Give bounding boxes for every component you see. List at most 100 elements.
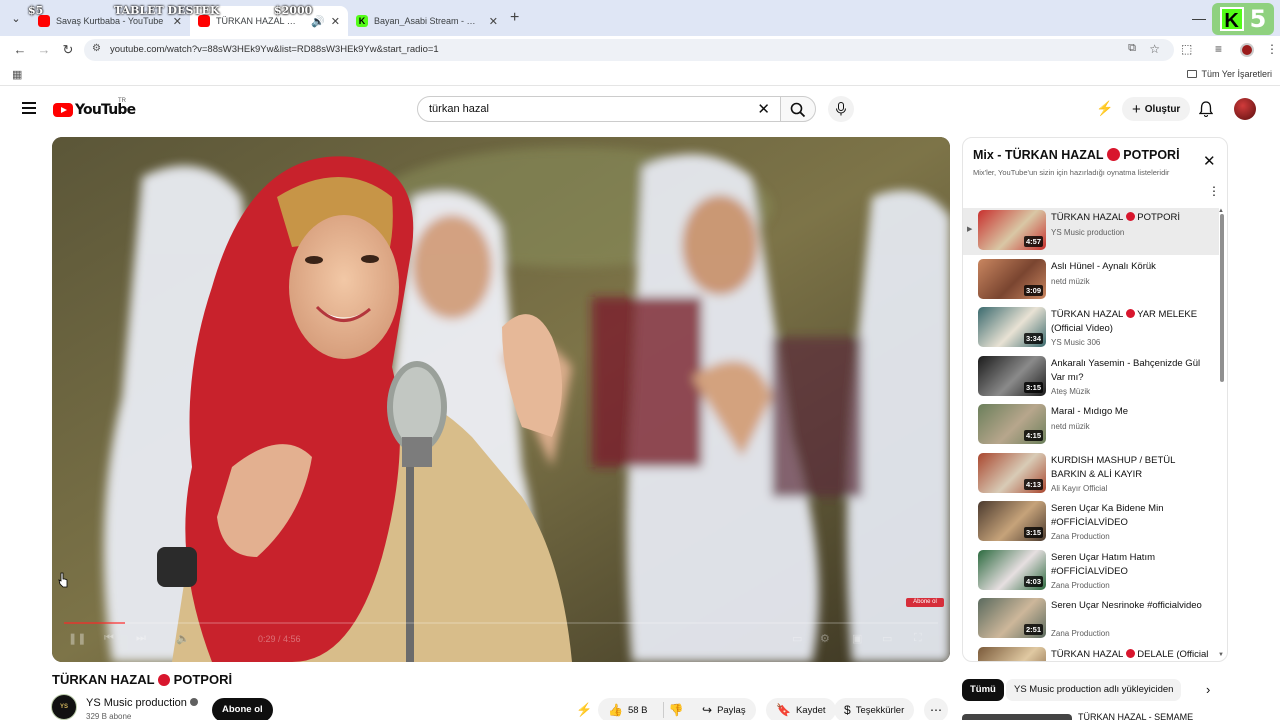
mix-item-thumbnail[interactable]	[978, 646, 1046, 661]
clear-search-icon[interactable]: ✕	[757, 100, 770, 118]
mix-item-title-text[interactable]: KURDISH MASHUP / BETÜL BARKIN & ALİ KAYI…	[1051, 455, 1175, 480]
bolt-icon[interactable]: ⚡	[576, 702, 592, 718]
mix-item-thumbnail[interactable]: 4:15	[978, 404, 1046, 444]
notifications-bell-icon[interactable]	[1199, 101, 1213, 117]
mix-item-title-text[interactable]: Aslı Hünel - Aynalı Körük	[1051, 261, 1156, 272]
account-avatar[interactable]	[1234, 98, 1256, 120]
mix-item-title-text[interactable]: Seren Uçar Ka Bidene Min #OFFİCİALVİDEO	[1051, 503, 1163, 528]
apps-grid-icon[interactable]: ▦	[12, 68, 22, 81]
mix-item[interactable]: ▶ 4:57 TÜRKAN HAZAL POTPORİ YS Music produc…	[963, 208, 1219, 255]
previous-icon[interactable]: ⏮	[104, 632, 114, 645]
mix-item-thumbnail[interactable]: 3:15	[978, 355, 1046, 396]
install-icon[interactable]: ⧉	[1128, 42, 1136, 55]
progress-bar[interactable]	[64, 622, 938, 624]
window-minimize-icon[interactable]: —	[1192, 10, 1206, 26]
video-player[interactable]: Abone ol ❚❚ ⏮ ⏭ 🔈 0:29 / 4:56 ▭ ⚙ ▣ ▭ ⛶	[52, 137, 950, 662]
menu-hamburger-icon[interactable]	[22, 102, 36, 117]
mix-item-thumbnail[interactable]: 2:51	[978, 598, 1046, 638]
mix-item-title-text[interactable]: TÜRKAN HAZAL	[1051, 212, 1123, 223]
settings-gear-icon[interactable]: ⚙	[820, 632, 830, 645]
mix-item-title-text[interactable]: Seren Uçar Hatım Hatım #OFFİCİALVİDEO	[1051, 552, 1155, 577]
channel-name[interactable]: YS Music production	[86, 697, 198, 709]
mix-title-suffix[interactable]: POTPORİ	[1123, 148, 1179, 162]
mix-item-title[interactable]: KURDISH MASHUP / BETÜL BARKIN & ALİ KAYI…	[1051, 454, 1211, 482]
mix-item-title-text[interactable]: TÜRKAN HAZAL	[1051, 649, 1123, 660]
mix-item-title[interactable]: Aslı Hünel - Aynalı Körük	[1051, 260, 1211, 274]
extensions-icon[interactable]: ⬚	[1181, 42, 1192, 56]
mix-item[interactable]: 4:13 KURDISH MASHUP / BETÜL BARKIN & ALİ …	[963, 451, 1219, 498]
next-icon[interactable]: ⏭	[136, 632, 146, 645]
mix-title[interactable]: Mix - TÜRKAN HAZAL POTPORİ	[973, 148, 1180, 162]
mix-item-thumbnail[interactable]: 3:34	[978, 307, 1046, 347]
mix-item-title-text[interactable]: Seren Uçar Nesrinoke #officialvideo	[1051, 600, 1202, 611]
bookmark-star-icon[interactable]: ☆	[1149, 42, 1160, 56]
url-bar[interactable]: ⚙ youtube.com/watch?v=88sW3HEk9Yw&list=R…	[84, 39, 1174, 61]
speaker-icon[interactable]: 🔊	[311, 15, 325, 28]
mix-item-title[interactable]: TÜRKAN HAZAL YAR MELEKE (Official Video)	[1051, 308, 1211, 336]
mix-item[interactable]: 4:15 Maral - Mıdıgo Me netd müzik	[963, 402, 1219, 449]
all-bookmarks-button[interactable]: Tüm Yer İşaretleri	[1187, 69, 1272, 79]
mix-item-title[interactable]: Seren Uçar Ka Bidene Min #OFFİCİALVİDEO	[1051, 502, 1211, 530]
share-button[interactable]: ↪ Paylaş	[692, 698, 756, 720]
search-query[interactable]: türkan hazal	[429, 103, 489, 115]
mix-item[interactable]: 3:15 Ankaralı Yasemin - Bahçenizde Gül Va…	[963, 354, 1219, 401]
mix-scrollbar[interactable]	[1220, 214, 1224, 382]
mix-item[interactable]: 2:51 Seren Uçar Nesrinoke #officialvideo Z…	[963, 596, 1219, 643]
close-icon[interactable]: ✕	[1203, 152, 1216, 170]
mix-item-title[interactable]: TÜRKAN HAZAL DELALE (Official Video)	[1051, 648, 1211, 662]
scroll-down-icon[interactable]: ▼	[1218, 652, 1224, 658]
mix-item-title-text[interactable]: Maral - Mıdıgo Me	[1051, 406, 1128, 417]
fullscreen-icon[interactable]: ⛶	[914, 632, 922, 645]
reload-icon[interactable]: ↻	[60, 42, 76, 58]
mix-item-title[interactable]: Seren Uçar Nesrinoke #officialvideo	[1051, 599, 1211, 613]
search-input[interactable]: türkan hazal ✕	[417, 96, 781, 122]
mix-item-title[interactable]: TÜRKAN HAZAL POTPORİ	[1051, 211, 1211, 225]
save-button[interactable]: 🔖 Kaydet	[766, 698, 836, 720]
mix-item-title[interactable]: Seren Uçar Hatım Hatım #OFFİCİALVİDEO	[1051, 551, 1211, 579]
pause-icon[interactable]: ❚❚	[68, 632, 86, 645]
channel-avatar[interactable]: YS	[51, 694, 77, 720]
create-button[interactable]: + Oluştur	[1122, 97, 1191, 121]
profile-icon[interactable]	[1240, 43, 1254, 57]
chip-uploader[interactable]: YS Music production adlı yükleyiciden	[1006, 679, 1182, 701]
media-control-icon[interactable]: ≡	[1215, 42, 1222, 56]
mix-item-thumbnail[interactable]: 3:15	[978, 501, 1046, 541]
like-icon[interactable]: 👍	[608, 703, 623, 717]
subscribe-button[interactable]: Abone ol	[212, 698, 273, 720]
mix-item-thumbnail[interactable]: 4:13	[978, 452, 1046, 493]
thanks-button[interactable]: $ Teşekkürler	[834, 698, 915, 720]
mix-item[interactable]: 3:34 TÜRKAN HAZAL YAR MELEKE (Official Vi…	[963, 305, 1219, 352]
mix-item-thumbnail[interactable]: 3:09	[978, 258, 1046, 299]
volume-icon[interactable]: 🔈	[176, 632, 190, 645]
back-icon[interactable]: ←	[12, 42, 28, 57]
new-tab-button[interactable]: +	[510, 10, 519, 26]
tab-close-icon[interactable]: ✕	[489, 15, 498, 28]
like-count[interactable]: 58 B	[628, 705, 648, 716]
miniplayer-icon[interactable]: ▣	[852, 632, 862, 645]
mix-item-title[interactable]: Ankaralı Yasemin - Bahçenizde Gül Var mı…	[1051, 357, 1211, 385]
mix-item[interactable]: 3:09 Aslı Hünel - Aynalı Körük netd müzik	[963, 257, 1219, 304]
recommendation-thumb[interactable]	[962, 714, 1072, 720]
youtube-logo[interactable]: YouTube TR	[53, 98, 136, 118]
mix-item[interactable]: 4:03 Seren Uçar Hatım Hatım #OFFİCİALVİDE…	[963, 548, 1219, 595]
tab-search-icon[interactable]: ⌄	[6, 9, 26, 29]
mix-item-title-suffix[interactable]: POTPORİ	[1137, 212, 1180, 223]
mix-item[interactable]: TÜRKAN HAZAL DELALE (Official Video)	[963, 645, 1219, 662]
dislike-icon[interactable]: 👎	[669, 703, 684, 717]
more-actions-button[interactable]: ⋯	[924, 698, 948, 720]
recommendation-title[interactable]: TÜRKAN HAZAL - SEMAME	[1078, 712, 1193, 720]
browser-menu-icon[interactable]: ⋮	[1266, 42, 1278, 56]
chevron-right-icon[interactable]: ›	[1206, 682, 1210, 697]
voice-search-button[interactable]	[828, 96, 854, 122]
url-text[interactable]: youtube.com/watch?v=88sW3HEk9Yw&list=RD8…	[110, 44, 439, 55]
mix-item-thumbnail[interactable]: 4:03	[978, 549, 1046, 590]
channel-name-text[interactable]: YS Music production	[86, 697, 187, 709]
mix-item-title-text[interactable]: TÜRKAN HAZAL	[1051, 309, 1123, 320]
site-info-icon[interactable]: ⚙	[92, 43, 101, 54]
mix-item-thumbnail[interactable]: 4:57	[978, 210, 1046, 250]
theater-icon[interactable]: ▭	[882, 632, 892, 645]
mix-title-text[interactable]: Mix - TÜRKAN HAZAL	[973, 148, 1103, 162]
mix-item[interactable]: 3:15 Seren Uçar Ka Bidene Min #OFFİCİALVİ…	[963, 499, 1219, 546]
browser-tab-3[interactable]: K Bayan_Asabi Stream - Watch L ✕	[348, 6, 506, 36]
captions-icon[interactable]: ▭	[792, 632, 802, 645]
